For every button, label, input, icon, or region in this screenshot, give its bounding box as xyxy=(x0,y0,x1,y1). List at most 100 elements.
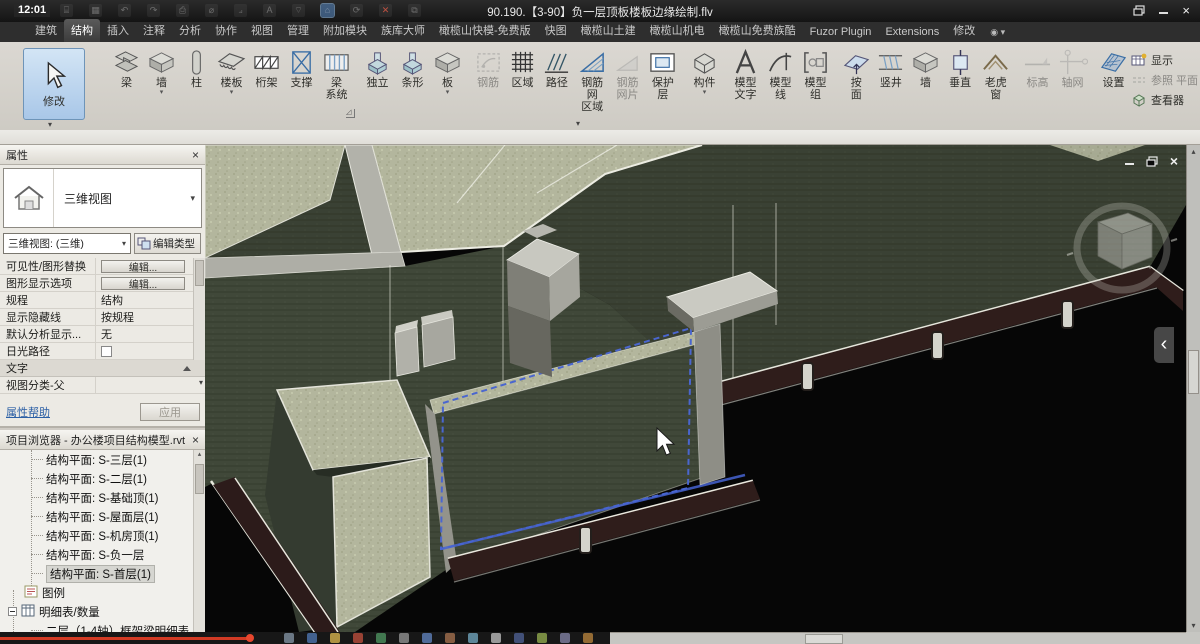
taskbar-icon[interactable] xyxy=(330,633,340,643)
taskbar-icon[interactable] xyxy=(422,633,432,643)
edit-visibility-button[interactable]: 编辑... xyxy=(101,260,185,273)
floor-button[interactable]: 楼板▾ xyxy=(214,46,249,96)
wall-button[interactable]: 墙▾ xyxy=(144,46,179,96)
dropdown-arrow-icon[interactable]: ▾ xyxy=(160,89,164,96)
browser-scrollbar[interactable]: ▴ xyxy=(193,450,205,632)
fabric-sheet-button[interactable]: 钢筋 网片 xyxy=(610,46,644,101)
restore-window-icon[interactable] xyxy=(1133,5,1145,16)
opening-by-face-button[interactable]: 按 面 xyxy=(839,46,874,101)
apply-button[interactable]: 应用 xyxy=(140,403,200,421)
grid-button[interactable]: 轴网 xyxy=(1055,46,1090,89)
close-project-browser-icon[interactable]: × xyxy=(192,433,199,447)
cover-button[interactable]: 保护层 xyxy=(645,46,681,101)
viewer-button[interactable]: 查看器 xyxy=(1131,92,1198,108)
tab-quickdraw[interactable]: 快图 xyxy=(538,19,574,42)
tab-architecture[interactable]: 建筑 xyxy=(28,19,64,42)
type-dropdown-arrow-icon[interactable]: ▾ xyxy=(190,193,201,204)
model-text-button[interactable]: 模型 文字 xyxy=(728,46,763,101)
taskbar-icon[interactable] xyxy=(583,633,593,643)
dropdown-arrow-icon[interactable]: ▾ xyxy=(230,89,234,96)
tab-annotate[interactable]: 注释 xyxy=(136,19,172,42)
level-button[interactable]: 标高 xyxy=(1020,46,1055,89)
close-window-icon[interactable]: × xyxy=(1182,4,1190,17)
truss-button[interactable]: 桁架 xyxy=(249,46,284,89)
properties-scrollbar[interactable] xyxy=(193,258,205,360)
select-panel-expander-icon[interactable]: ▾ xyxy=(48,120,52,129)
tree-item-plan[interactable]: 结构平面: S-二层(1) xyxy=(0,469,205,488)
tab-modify[interactable]: 修改 xyxy=(946,19,982,42)
tab-insert[interactable]: 插入 xyxy=(100,19,136,42)
set-work-plane-button[interactable]: 设置 xyxy=(1096,46,1131,89)
taskbar-icon[interactable] xyxy=(514,633,524,643)
minimize-window-icon[interactable] xyxy=(1159,7,1168,14)
tree-item-plan[interactable]: 结构平面: S-基础顶(1) xyxy=(0,488,205,507)
type-selector[interactable]: 三维视图 ▾ xyxy=(3,168,202,228)
tab-gls-family[interactable]: 橄榄山免费族酷 xyxy=(712,19,803,42)
taskbar-icon[interactable] xyxy=(468,633,478,643)
tree-item-plan[interactable]: 结构平面: S-负一层 xyxy=(0,545,205,564)
tree-item-schedule-child[interactable]: 二层（1-4轴）框架梁明细表 xyxy=(0,621,205,632)
edit-graphics-button[interactable]: 编辑... xyxy=(101,277,185,290)
section-header-text[interactable]: 文字 xyxy=(0,360,205,377)
show-work-plane-button[interactable]: 显示 xyxy=(1131,52,1198,68)
rebar-button[interactable]: 钢筋 xyxy=(471,46,505,89)
ref-plane-button[interactable]: 参照 平面 xyxy=(1131,72,1198,88)
scroll-up-icon[interactable]: ▴ xyxy=(1187,147,1200,156)
taskbar-icon[interactable] xyxy=(560,633,570,643)
taskbar-icon[interactable] xyxy=(491,633,501,643)
close-properties-icon[interactable]: × xyxy=(192,148,199,162)
column-button[interactable]: 柱 xyxy=(179,46,214,89)
vertical-opening-button[interactable]: 垂直 xyxy=(943,46,978,89)
tree-item-plan[interactable]: 结构平面: S-屋面层(1) xyxy=(0,507,205,526)
path-rebar-button[interactable]: 路径 xyxy=(540,46,574,89)
dropdown-arrow-icon[interactable]: ▾ xyxy=(446,89,450,96)
tree-item-plan-selected[interactable]: 结构平面: S-首层(1) xyxy=(0,564,205,583)
tree-item-legends[interactable]: 图例 xyxy=(0,583,205,602)
close-view-icon[interactable]: × xyxy=(1170,154,1178,168)
area-rebar-button[interactable]: 区域 xyxy=(505,46,539,89)
drawing-area[interactable]: × ‹ xyxy=(205,145,1186,632)
hidden-lines-value[interactable]: 按规程 xyxy=(96,309,205,325)
collapse-chevron-icon[interactable]: ‹ xyxy=(1154,327,1174,363)
properties-help-link[interactable]: 属性帮助 xyxy=(0,404,50,420)
taskbar-icon[interactable] xyxy=(376,633,386,643)
edit-type-button[interactable]: 编辑类型 xyxy=(134,233,201,254)
slab-foundation-button[interactable]: 板▾ xyxy=(430,46,465,96)
tree-item-plan[interactable]: 结构平面: S-三层(1) xyxy=(0,450,205,469)
taskbar-icon[interactable] xyxy=(353,633,363,643)
structure-dialog-launcher-icon[interactable]: ◿ xyxy=(346,109,355,118)
scrollbar-thumb[interactable] xyxy=(195,260,204,286)
instance-selector[interactable]: 三维视图: (三维) ▾ xyxy=(3,233,131,254)
tab-manage[interactable]: 管理 xyxy=(280,19,316,42)
analysis-display-value[interactable]: 无 xyxy=(96,326,205,342)
fabric-area-button[interactable]: 钢筋网 区域 xyxy=(574,46,610,113)
modify-button[interactable]: 修改 xyxy=(23,48,85,120)
scrollbar-thumb[interactable] xyxy=(805,634,843,644)
taskbar-icon[interactable] xyxy=(284,633,294,643)
tree-item-plan[interactable]: 结构平面: S-机房顶(1) xyxy=(0,526,205,545)
taskbar-icon[interactable] xyxy=(399,633,409,643)
properties-header[interactable]: 属性 × xyxy=(0,145,205,165)
view-classification-value[interactable] xyxy=(96,377,205,393)
dropdown-arrow-icon[interactable]: ▾ xyxy=(703,89,707,96)
tab-analyze[interactable]: 分析 xyxy=(172,19,208,42)
properties-scroll-down-icon[interactable]: ▾ xyxy=(199,378,203,387)
shaft-opening-button[interactable]: 竖井 xyxy=(874,46,909,89)
discipline-value[interactable]: 结构 xyxy=(96,292,205,308)
tree-item-schedules[interactable]: 明细表/数量 xyxy=(0,602,205,621)
taskbar-icon[interactable] xyxy=(307,633,317,643)
horizontal-scrollbar[interactable] xyxy=(610,632,1186,644)
minimize-view-icon[interactable] xyxy=(1125,158,1134,165)
brace-button[interactable]: 支撑 xyxy=(284,46,319,89)
isolated-foundation-button[interactable]: 独立 xyxy=(360,46,395,89)
3d-model-canvas[interactable] xyxy=(205,145,1186,632)
tab-structure[interactable]: 结构 xyxy=(64,19,100,42)
vertical-scrollbar[interactable]: ▴ ▾ xyxy=(1186,145,1200,632)
tab-fuzor-plugin[interactable]: Fuzor Plugin xyxy=(803,23,879,42)
tab-addins[interactable]: 附加模块 xyxy=(316,19,374,42)
beam-system-button[interactable]: 梁 系统 xyxy=(319,46,354,101)
tab-extensions[interactable]: Extensions xyxy=(878,23,946,42)
wall-opening-button[interactable]: 墙 xyxy=(908,46,943,89)
strip-foundation-button[interactable]: 条形 xyxy=(395,46,430,89)
tab-gls-structure[interactable]: 橄榄山土建 xyxy=(574,19,643,42)
